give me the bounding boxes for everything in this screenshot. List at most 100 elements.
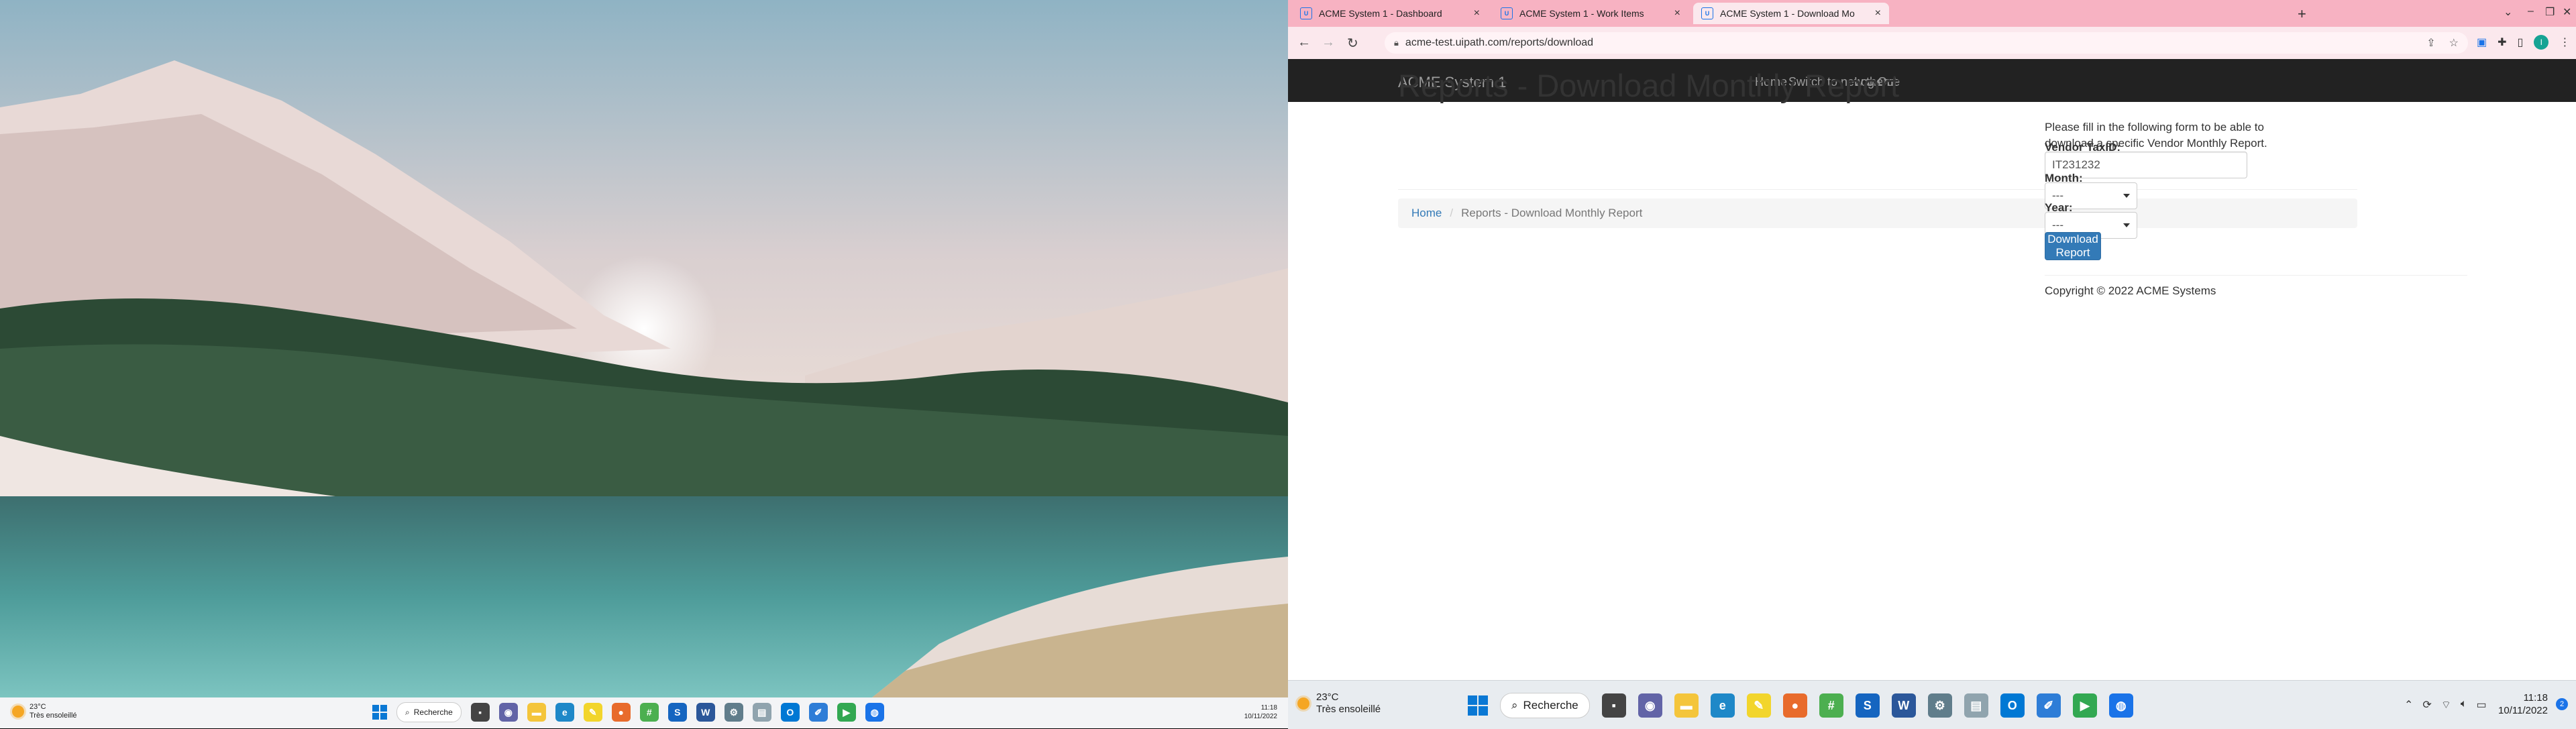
settings-icon[interactable]: ⚙ bbox=[1927, 693, 1952, 718]
chevron-up-icon[interactable]: ⌃ bbox=[2404, 698, 2413, 712]
media-icon[interactable]: ▶ bbox=[837, 703, 856, 722]
tab-label: ACME System 1 - Download Mo bbox=[1720, 8, 1855, 19]
weather-desc: Très ensoleillé bbox=[30, 712, 77, 720]
uipath-favicon-icon: U bbox=[1501, 7, 1513, 19]
paint-icon[interactable]: ✐ bbox=[2036, 693, 2061, 718]
close-icon[interactable]: × bbox=[1474, 7, 1480, 19]
outlook-icon[interactable]: O bbox=[2000, 693, 2025, 718]
taskbar-search-label: Recherche bbox=[1523, 699, 1578, 712]
left-desktop: 23°C Très ensoleillé ⌕ Recherche ▪ ◉ ▬ e … bbox=[0, 0, 1288, 728]
file-explorer-icon[interactable]: ▬ bbox=[1674, 693, 1699, 718]
uipath-extension-icon[interactable]: ▣ bbox=[2477, 36, 2487, 49]
sun-icon bbox=[1297, 697, 1309, 710]
profile-avatar[interactable]: I bbox=[2534, 35, 2549, 50]
close-icon[interactable]: × bbox=[1674, 7, 1680, 19]
share-icon[interactable]: ⇪ bbox=[2426, 36, 2435, 50]
close-icon[interactable]: × bbox=[1875, 7, 1881, 19]
sticky-notes-icon[interactable]: ✎ bbox=[583, 703, 602, 722]
address-url[interactable]: acme-test.uipath.com/reports/download bbox=[1405, 37, 1593, 49]
chevron-down-icon bbox=[2123, 194, 2130, 198]
app-s-icon[interactable]: S bbox=[1855, 693, 1880, 718]
chart-app-icon[interactable]: ▤ bbox=[752, 703, 771, 722]
clock-date[interactable]: 10/11/2022 bbox=[2498, 704, 2548, 717]
kebab-menu-icon[interactable]: ⋮ bbox=[2559, 36, 2570, 49]
slack-icon[interactable]: # bbox=[639, 703, 659, 722]
clock-date[interactable]: 10/11/2022 bbox=[1244, 712, 1277, 721]
media-icon[interactable]: ▶ bbox=[2072, 693, 2097, 718]
side-panel-icon[interactable]: ▯ bbox=[2518, 36, 2524, 49]
chevron-down-icon bbox=[2123, 223, 2130, 227]
forward-icon[interactable]: → bbox=[1322, 35, 1335, 50]
word-icon[interactable]: W bbox=[696, 703, 715, 722]
task-view-icon[interactable]: ▪ bbox=[1601, 693, 1626, 718]
wifi-icon[interactable]: ⌔ bbox=[2441, 698, 2451, 712]
sync-icon[interactable]: ⟳ bbox=[2422, 698, 2431, 712]
weather-widget[interactable]: 23°C Très ensoleillé bbox=[1297, 691, 1381, 716]
chrome-icon[interactable]: ◍ bbox=[2108, 693, 2133, 718]
year-selected-value: --- bbox=[2052, 219, 2063, 231]
download-report-button[interactable]: Download Report bbox=[2045, 232, 2101, 260]
word-icon[interactable]: W bbox=[1891, 693, 1916, 718]
sun-icon bbox=[12, 706, 24, 718]
clock-time[interactable]: 11:18 bbox=[1244, 704, 1277, 712]
chart-app-icon[interactable]: ▤ bbox=[1964, 693, 1988, 718]
taskbar-search[interactable]: ⌕ Recherche bbox=[1500, 693, 1590, 718]
notification-badge[interactable]: 2 bbox=[2556, 698, 2568, 710]
clock-time[interactable]: 11:18 bbox=[2498, 691, 2548, 704]
edge-icon[interactable]: e bbox=[555, 703, 574, 722]
right-taskbar: 23°C Très ensoleillé ⌕ Recherche ▪ ◉ ▬ e … bbox=[1288, 680, 2576, 729]
desktop-wallpaper bbox=[0, 0, 1288, 697]
footer-divider bbox=[2045, 275, 2467, 276]
breadcrumb-separator: / bbox=[1450, 207, 1454, 219]
uipath-favicon-icon: U bbox=[1701, 7, 1713, 19]
file-explorer-icon[interactable]: ▬ bbox=[527, 703, 546, 722]
edge-icon[interactable]: e bbox=[1710, 693, 1735, 718]
chrome-icon[interactable]: ◍ bbox=[865, 703, 884, 722]
tab-search-icon[interactable]: ⌄ bbox=[2504, 5, 2512, 19]
uipath-favicon-icon: U bbox=[1300, 7, 1312, 19]
tab-work-items[interactable]: U ACME System 1 - Work Items × bbox=[1493, 3, 1688, 24]
reload-icon[interactable]: ↻ bbox=[1347, 35, 1358, 52]
tab-strip: U ACME System 1 - Dashboard × U ACME Sys… bbox=[1288, 0, 2576, 27]
minimize-icon[interactable]: – bbox=[2528, 5, 2534, 17]
restore-icon[interactable]: ❐ bbox=[2545, 5, 2555, 19]
new-tab-icon[interactable]: + bbox=[2298, 5, 2306, 23]
breadcrumb-home-link[interactable]: Home bbox=[1411, 207, 1442, 220]
firefox-icon[interactable]: ● bbox=[611, 703, 631, 722]
back-icon[interactable]: ← bbox=[1297, 35, 1311, 50]
sticky-notes-icon[interactable]: ✎ bbox=[1746, 693, 1771, 718]
firefox-icon[interactable]: ● bbox=[1782, 693, 1807, 718]
taskbar-search[interactable]: ⌕ Recherche bbox=[396, 702, 462, 722]
close-window-icon[interactable]: ✕ bbox=[2563, 5, 2571, 19]
browser-toolbar: ← → ↻ 🔒︎ acme-test.uipath.com/reports/do… bbox=[1288, 27, 2576, 60]
start-icon[interactable] bbox=[1468, 695, 1488, 716]
teams-icon[interactable]: ◉ bbox=[1638, 693, 1662, 718]
tab-label: ACME System 1 - Dashboard bbox=[1319, 8, 1442, 19]
tab-download-report[interactable]: U ACME System 1 - Download Mo × bbox=[1693, 3, 1889, 24]
breadcrumb-current: Reports - Download Monthly Report bbox=[1461, 207, 1643, 219]
weather-widget[interactable]: 23°C Très ensoleillé bbox=[12, 703, 77, 720]
outlook-icon[interactable]: O bbox=[780, 703, 800, 722]
browser-window: U ACME System 1 - Dashboard × U ACME Sys… bbox=[1288, 0, 2576, 729]
month-selected-value: --- bbox=[2052, 189, 2063, 202]
tab-dashboard[interactable]: U ACME System 1 - Dashboard × bbox=[1292, 3, 1488, 24]
weather-temp: 23°C bbox=[1316, 691, 1339, 703]
volume-icon[interactable]: 🔈︎ bbox=[2461, 698, 2467, 712]
page-title: Reports - Download Monthly Report bbox=[1398, 68, 1900, 103]
app-s-icon[interactable]: S bbox=[667, 703, 687, 722]
search-icon: ⌕ bbox=[1511, 699, 1518, 712]
tab-label: ACME System 1 - Work Items bbox=[1519, 8, 1644, 19]
bookmark-star-icon[interactable]: ☆ bbox=[2449, 36, 2459, 50]
weather-desc: Très ensoleillé bbox=[1316, 704, 1381, 715]
lock-icon[interactable]: 🔒︎ bbox=[1394, 38, 1399, 48]
settings-icon[interactable]: ⚙ bbox=[724, 703, 743, 722]
task-view-icon[interactable]: ▪ bbox=[470, 703, 490, 722]
battery-icon[interactable]: ▭ bbox=[2476, 698, 2486, 712]
paint-icon[interactable]: ✐ bbox=[808, 703, 828, 722]
weather-temp: 23°C bbox=[30, 703, 46, 711]
start-icon[interactable] bbox=[372, 705, 387, 720]
address-bar[interactable]: 🔒︎ acme-test.uipath.com/reports/download… bbox=[1385, 32, 2468, 54]
teams-icon[interactable]: ◉ bbox=[498, 703, 518, 722]
extensions-puzzle-icon[interactable]: ✚ bbox=[2498, 36, 2506, 49]
slack-icon[interactable]: # bbox=[1819, 693, 1843, 718]
